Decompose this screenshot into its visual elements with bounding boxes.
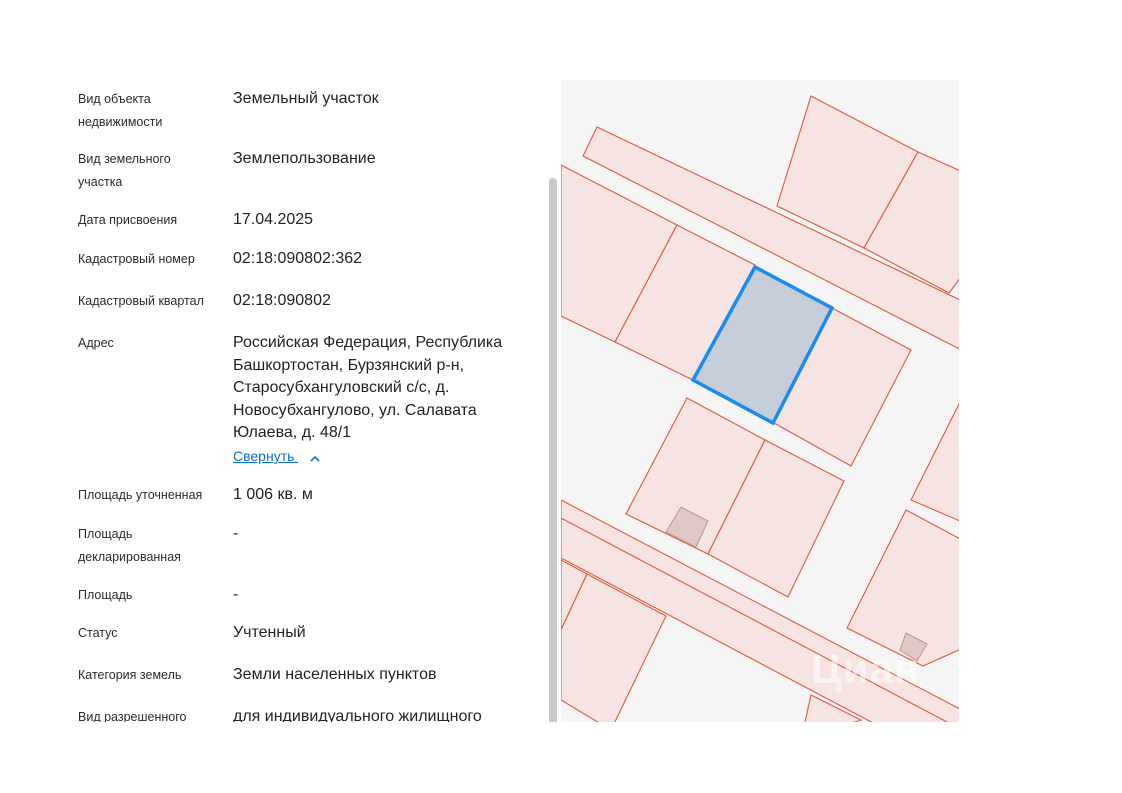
label-area-declared: Площадь декларированная [78,527,181,564]
value-cadastral-number[interactable]: 02:18:090802:362 [233,248,533,271]
label-permitted-use: Вид разрешенного [78,710,187,722]
map-watermark: Циан [811,645,921,692]
value-cadastral-quarter[interactable]: 02:18:090802 [233,290,533,313]
value-status: Учтенный [233,624,306,641]
value-permitted-use: для индивидуального жилищного [233,708,482,722]
value-land-type: Землепользование [233,150,376,167]
label-assign-date: Дата присвоения [78,213,178,227]
property-details-panel: Вид объекта недвижимости Земельный участ… [0,80,545,722]
value-area-declared: - [233,525,239,542]
map-canvas [561,95,959,722]
label-cadastral-quarter: Кадастровый квартал [78,294,204,308]
chevron-up-icon [310,450,320,462]
cadastral-map[interactable]: Циан [561,80,959,722]
value-area: - [233,586,239,603]
label-area-refined: Площадь уточненная [78,488,203,502]
value-area-refined: 1 006 кв. м [233,486,313,503]
value-object-type: Земельный участок [233,90,379,107]
label-status: Статус [78,626,118,640]
value-assign-date: 17.04.2025 [233,211,314,228]
label-address: Адрес [78,336,114,350]
label-land-category: Категория земель [78,668,182,682]
value-address: Российская Федерация, Республика Башкорт… [233,334,503,441]
label-object-type: Вид объекта недвижимости [78,92,163,129]
collapse-link[interactable]: Свернуть [233,448,320,464]
label-cadastral-number: Кадастровый номер [78,252,195,266]
label-land-type: Вид земельного участка [78,152,171,189]
parcel [910,402,959,522]
collapse-link-label: Свернуть [233,448,295,464]
value-land-category: Земли населенных пунктов [233,666,437,683]
label-area: Площадь [78,588,133,602]
scrollbar[interactable] [549,178,557,722]
